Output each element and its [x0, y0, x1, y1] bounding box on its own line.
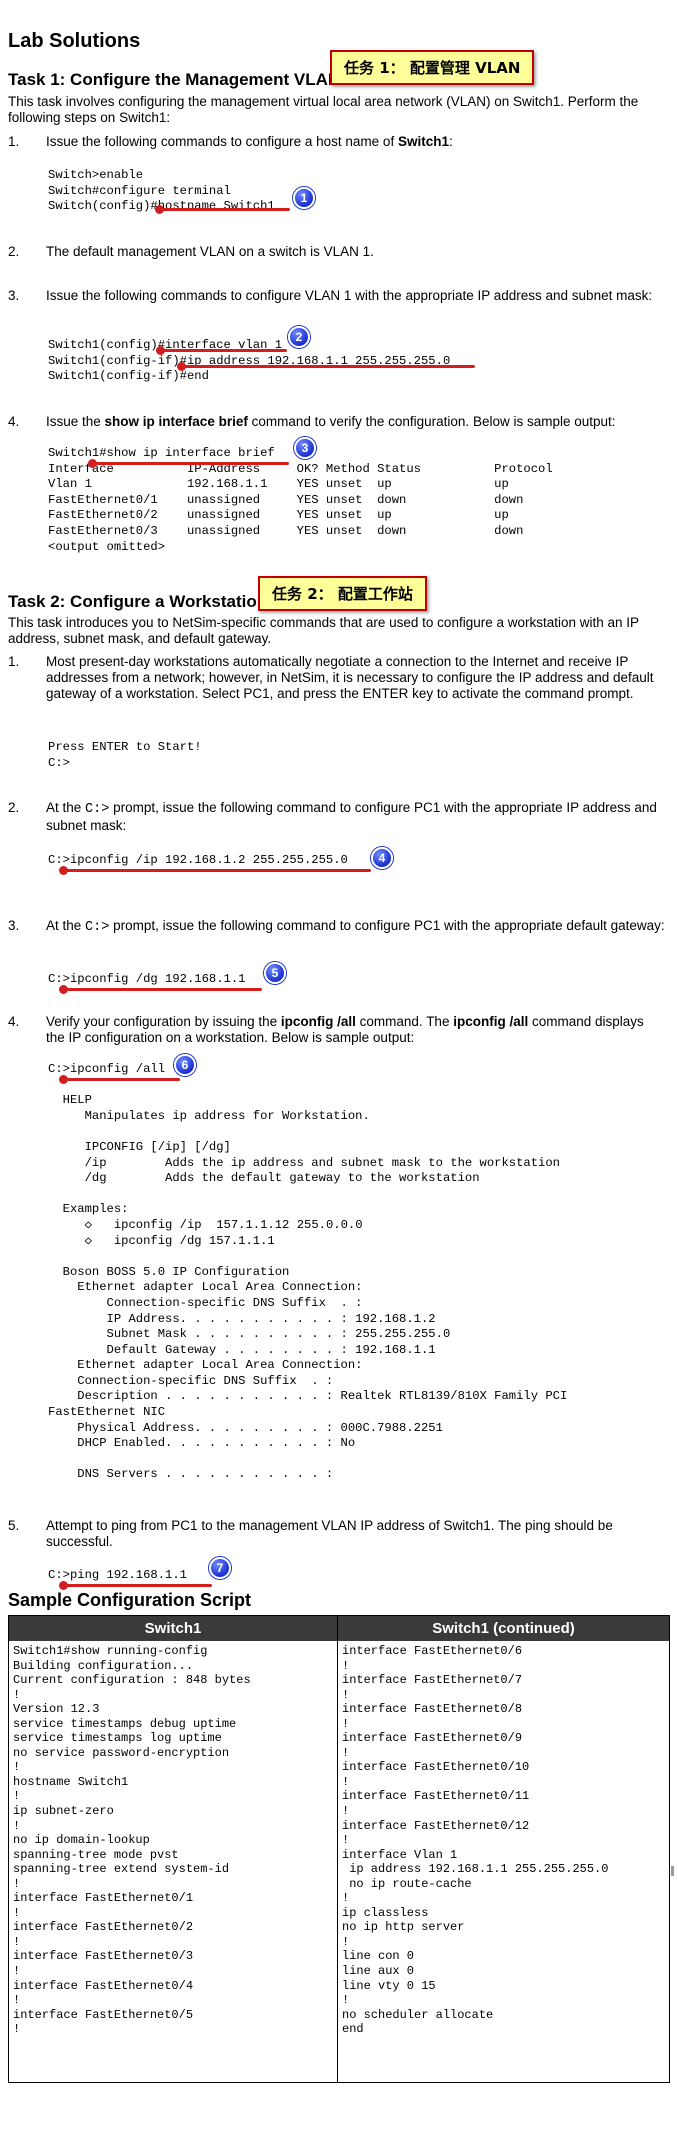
task2-step4-number: 4.	[8, 1014, 20, 1029]
ping-underline	[62, 1584, 212, 1587]
task1-step3-number: 3.	[8, 288, 20, 303]
task2-step4-bold2: ipconfig /all	[453, 1014, 529, 1029]
table-header-switch1-continued: Switch1 (continued)	[338, 1616, 669, 1641]
page-title: Lab Solutions	[8, 30, 141, 52]
sample-config-table: Switch1 Switch1 (continued) Switch1#show…	[8, 1615, 670, 2083]
step-badge-5: 5	[264, 962, 286, 984]
task2-step1-number: 1.	[8, 654, 20, 669]
task1-step2-number: 2.	[8, 244, 20, 259]
task2-step1-text: Most present-day workstations automatica…	[46, 654, 654, 701]
task2-step5-number: 5.	[8, 1518, 20, 1533]
task2-step2-text-before: At the	[46, 800, 86, 815]
show-ip-underline	[91, 462, 289, 465]
task1-step1-number: 1.	[8, 134, 20, 149]
task2-step3-text-before: At the	[46, 918, 86, 933]
table-cell-switch1: Switch1#show running-config Building con…	[13, 1644, 251, 2037]
step-badge-3: 3	[294, 437, 316, 459]
step-badge-4: 4	[371, 847, 393, 869]
task2-step3-prompt: C:>	[85, 920, 110, 935]
task2-step2-code: C:>ipconfig /ip 192.168.1.2 255.255.255.…	[48, 853, 348, 867]
task2-step3-code: C:>ipconfig /dg 192.168.1.1	[48, 972, 246, 986]
task1-step1-text-before: Issue the following commands to configur…	[46, 134, 398, 149]
task2-step5-code: C:>ping 192.168.1.1	[48, 1568, 187, 1582]
interface-vlan-underline	[159, 349, 287, 352]
task2-callout: 任务 2： 配置工作站	[258, 576, 427, 611]
sample-config-heading: Sample Configuration Script	[8, 1590, 252, 1610]
task1-step1-text-after: :	[448, 134, 453, 149]
task2-step4-text-mid: command. The	[355, 1014, 454, 1029]
step-badge-7: 7	[209, 1557, 231, 1579]
task2-step3-number: 3.	[8, 918, 20, 933]
task2-step3-text: At the C:> prompt, issue the following c…	[46, 918, 666, 936]
task2-step4-bold: ipconfig /all	[280, 1014, 356, 1029]
task1-intro: This task involves configuring the manag…	[8, 94, 639, 125]
task1-step2-text: The default management VLAN on a switch …	[46, 244, 374, 259]
task1-step4-bold: show ip interface brief	[104, 414, 248, 429]
task2-step4-text-before: Verify your configuration by issuing the	[46, 1014, 281, 1029]
task2-step3-text-after: prompt, issue the following command to c…	[109, 918, 665, 933]
task2-step2-text: At the C:> prompt, issue the following c…	[46, 800, 666, 834]
hostname-underline	[158, 208, 290, 211]
task2-intro: This task introduces you to NetSim-speci…	[8, 615, 639, 646]
task2-step2-prompt: C:>	[85, 802, 110, 817]
table-header-switch1: Switch1	[9, 1616, 337, 1641]
task1-step4-text: Issue the show ip interface brief comman…	[46, 414, 666, 430]
task1-step3-code: Switch1(config)#interface vlan 1 Switch1…	[48, 338, 451, 384]
step-badge-2: 2	[288, 326, 310, 348]
table-cell-switch1-continued: interface FastEthernet0/6 ! interface Fa…	[342, 1644, 609, 2037]
ip-address-underline	[180, 365, 475, 368]
task1-callout: 任务 1： 配置管理 VLAN	[330, 50, 535, 85]
task1-step4-number: 4.	[8, 414, 20, 429]
task1-step1-bold: Switch1	[397, 134, 449, 149]
ipconfig-ip-underline	[62, 869, 371, 872]
task2-step5-text: Attempt to ping from PC1 to the manageme…	[46, 1518, 613, 1549]
task1-step3-text: Issue the following commands to configur…	[46, 288, 653, 303]
ipconfig-dg-underline	[62, 988, 262, 991]
task2-step2-number: 2.	[8, 800, 20, 815]
task1-step1-text: Issue the following commands to configur…	[46, 134, 666, 150]
task2-heading: Task 2: Configure a Workstation	[8, 592, 268, 611]
step-badge-1: 1	[293, 187, 315, 209]
task2-step4-code: C:>ipconfig /all HELP Manipulates ip add…	[48, 1062, 568, 1482]
side-marker	[671, 1866, 674, 1876]
task1-step4-text-after: command to verify the configuration. Bel…	[247, 414, 616, 429]
task1-step4-text-before: Issue the	[46, 414, 105, 429]
task2-step1-code: Press ENTER to Start! C:>	[48, 740, 202, 770]
task2-step4-text: Verify your configuration by issuing the…	[46, 1014, 666, 1046]
step-badge-6: 6	[174, 1054, 196, 1076]
task1-heading: Task 1: Configure the Management VLAN	[8, 70, 341, 89]
table-column-divider	[337, 1616, 338, 2082]
task2-step2-text-after: prompt, issue the following command to c…	[46, 800, 657, 833]
ipconfig-all-underline	[62, 1078, 180, 1081]
lab-solutions-page: Lab Solutions Task 1: Configure the Mana…	[0, 0, 678, 2143]
